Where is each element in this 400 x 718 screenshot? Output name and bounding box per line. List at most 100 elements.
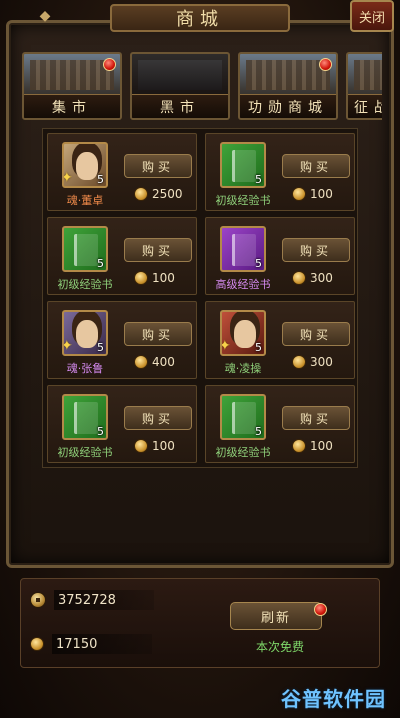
item-count: 5 bbox=[255, 257, 262, 270]
coin-icon bbox=[292, 439, 306, 453]
item-grid: ✦ 5 魂·董卓 购买 2500 5 初级经验书 购买 100 5 初级经验书 … bbox=[42, 128, 358, 468]
book-icon bbox=[74, 234, 98, 266]
price-value: 100 bbox=[310, 187, 333, 201]
black-market-scene-image bbox=[138, 60, 222, 90]
green-book-icon[interactable]: 5 bbox=[62, 226, 108, 272]
buy-button[interactable]: 购买 bbox=[124, 154, 192, 178]
item-count: 5 bbox=[97, 173, 104, 186]
item-count: 5 bbox=[97, 257, 104, 270]
coin-icon bbox=[134, 271, 148, 285]
star-icon: ✦ bbox=[62, 170, 73, 186]
notification-dot-icon bbox=[319, 58, 332, 71]
notification-dot-icon bbox=[314, 603, 327, 616]
buy-button[interactable]: 购买 bbox=[282, 322, 350, 346]
back-arrow-icon[interactable]: ◆ bbox=[32, 6, 58, 26]
item-count: 5 bbox=[255, 341, 262, 354]
conquest-scene-image bbox=[354, 60, 382, 90]
item-name: 魂·张鲁 bbox=[66, 362, 104, 375]
tab-label: 集市 bbox=[24, 94, 120, 118]
item-name: 高级经验书 bbox=[215, 278, 271, 291]
market-scene-image bbox=[30, 60, 114, 90]
coin-balance-value: 3752728 bbox=[54, 590, 154, 610]
price-value: 100 bbox=[152, 439, 175, 453]
item-count: 5 bbox=[97, 425, 104, 438]
buy-button[interactable]: 购买 bbox=[282, 406, 350, 430]
star-icon: ✦ bbox=[62, 338, 73, 354]
coin-icon bbox=[134, 439, 148, 453]
price-value: 2500 bbox=[152, 187, 183, 201]
book-icon bbox=[232, 234, 256, 266]
gold-balance: 17150 bbox=[30, 634, 152, 654]
buy-button[interactable]: 购买 bbox=[282, 238, 350, 262]
shop-item-card: ✦ 5 魂·凌操 购买 300 bbox=[205, 301, 355, 379]
watermark-logo: 谷普软件园 bbox=[281, 687, 386, 711]
tab-black-market[interactable]: 黑市 bbox=[130, 52, 230, 120]
tab-market[interactable]: 集市 bbox=[22, 52, 122, 120]
notification-dot-icon bbox=[103, 58, 116, 71]
shop-item-card: ✦ 5 魂·董卓 购买 2500 bbox=[47, 133, 197, 211]
tab-label: 征战 bbox=[348, 94, 382, 118]
general-portrait-icon[interactable]: ✦ 5 bbox=[62, 310, 108, 356]
refresh-label: 刷新 bbox=[260, 610, 291, 626]
item-price: 300 bbox=[292, 269, 333, 287]
gold-coin-icon bbox=[30, 637, 44, 651]
book-icon bbox=[232, 402, 256, 434]
face-icon bbox=[234, 320, 256, 348]
green-book-icon[interactable]: 5 bbox=[220, 394, 266, 440]
item-name: 初级经验书 bbox=[215, 446, 271, 459]
general-portrait-icon[interactable]: ✦ 5 bbox=[62, 142, 108, 188]
coin-icon bbox=[292, 355, 306, 369]
price-value: 100 bbox=[310, 439, 333, 453]
shop-item-card: 5 初级经验书 购买 100 bbox=[47, 385, 197, 463]
book-icon bbox=[74, 402, 98, 434]
merit-shop-scene-image bbox=[246, 60, 330, 90]
coin-icon bbox=[292, 271, 306, 285]
item-name: 初级经验书 bbox=[57, 278, 113, 291]
item-price: 2500 bbox=[134, 185, 183, 203]
tab-conquest[interactable]: 征战 bbox=[346, 52, 382, 120]
item-name: 初级经验书 bbox=[215, 194, 271, 207]
face-icon bbox=[76, 152, 98, 180]
green-book-icon[interactable]: 5 bbox=[62, 394, 108, 440]
copper-coin-icon bbox=[30, 592, 46, 608]
coin-icon bbox=[134, 355, 148, 369]
shop-item-card: 5 高级经验书 购买 300 bbox=[205, 217, 355, 295]
tab-merit-shop[interactable]: 功勋商城 bbox=[238, 52, 338, 120]
item-price: 300 bbox=[292, 353, 333, 371]
item-name: 魂·董卓 bbox=[66, 194, 104, 207]
shop-item-card: 5 初级经验书 购买 100 bbox=[205, 385, 355, 463]
item-count: 5 bbox=[255, 173, 262, 186]
shop-item-card: 5 初级经验书 购买 100 bbox=[47, 217, 197, 295]
tab-label: 黑市 bbox=[132, 94, 228, 118]
item-price: 100 bbox=[134, 269, 175, 287]
general-portrait-icon[interactable]: ✦ 5 bbox=[220, 310, 266, 356]
green-book-icon[interactable]: 5 bbox=[220, 142, 266, 188]
coin-icon bbox=[292, 187, 306, 201]
item-name: 初级经验书 bbox=[57, 446, 113, 459]
gold-balance-value: 17150 bbox=[52, 634, 152, 654]
refresh-button[interactable]: 刷新 bbox=[230, 602, 327, 630]
item-name: 魂·凌操 bbox=[224, 362, 262, 375]
item-count: 5 bbox=[97, 341, 104, 354]
item-count: 5 bbox=[255, 425, 262, 438]
free-refresh-text: 本次免费 bbox=[255, 640, 304, 654]
price-value: 400 bbox=[152, 355, 175, 369]
buy-button[interactable]: 购买 bbox=[124, 238, 192, 262]
buy-button[interactable]: 购买 bbox=[282, 154, 350, 178]
shop-item-card: ✦ 5 魂·张鲁 购买 400 bbox=[47, 301, 197, 379]
close-button[interactable]: 关闭 bbox=[350, 0, 394, 32]
purple-book-icon[interactable]: 5 bbox=[220, 226, 266, 272]
shop-item-card: 5 初级经验书 购买 100 bbox=[205, 133, 355, 211]
item-price: 100 bbox=[292, 185, 333, 203]
buy-button[interactable]: 购买 bbox=[124, 406, 192, 430]
tab-label: 功勋商城 bbox=[240, 94, 336, 118]
item-price: 400 bbox=[134, 353, 175, 371]
item-price: 100 bbox=[134, 437, 175, 455]
buy-button[interactable]: 购买 bbox=[124, 322, 192, 346]
star-icon: ✦ bbox=[220, 338, 231, 354]
shop-tabs: 集市 黑市 功勋商城 征战 bbox=[22, 52, 382, 120]
face-icon bbox=[76, 320, 98, 348]
book-icon bbox=[232, 150, 256, 182]
page-title: 商城 bbox=[110, 4, 290, 32]
coin-icon bbox=[134, 187, 148, 201]
